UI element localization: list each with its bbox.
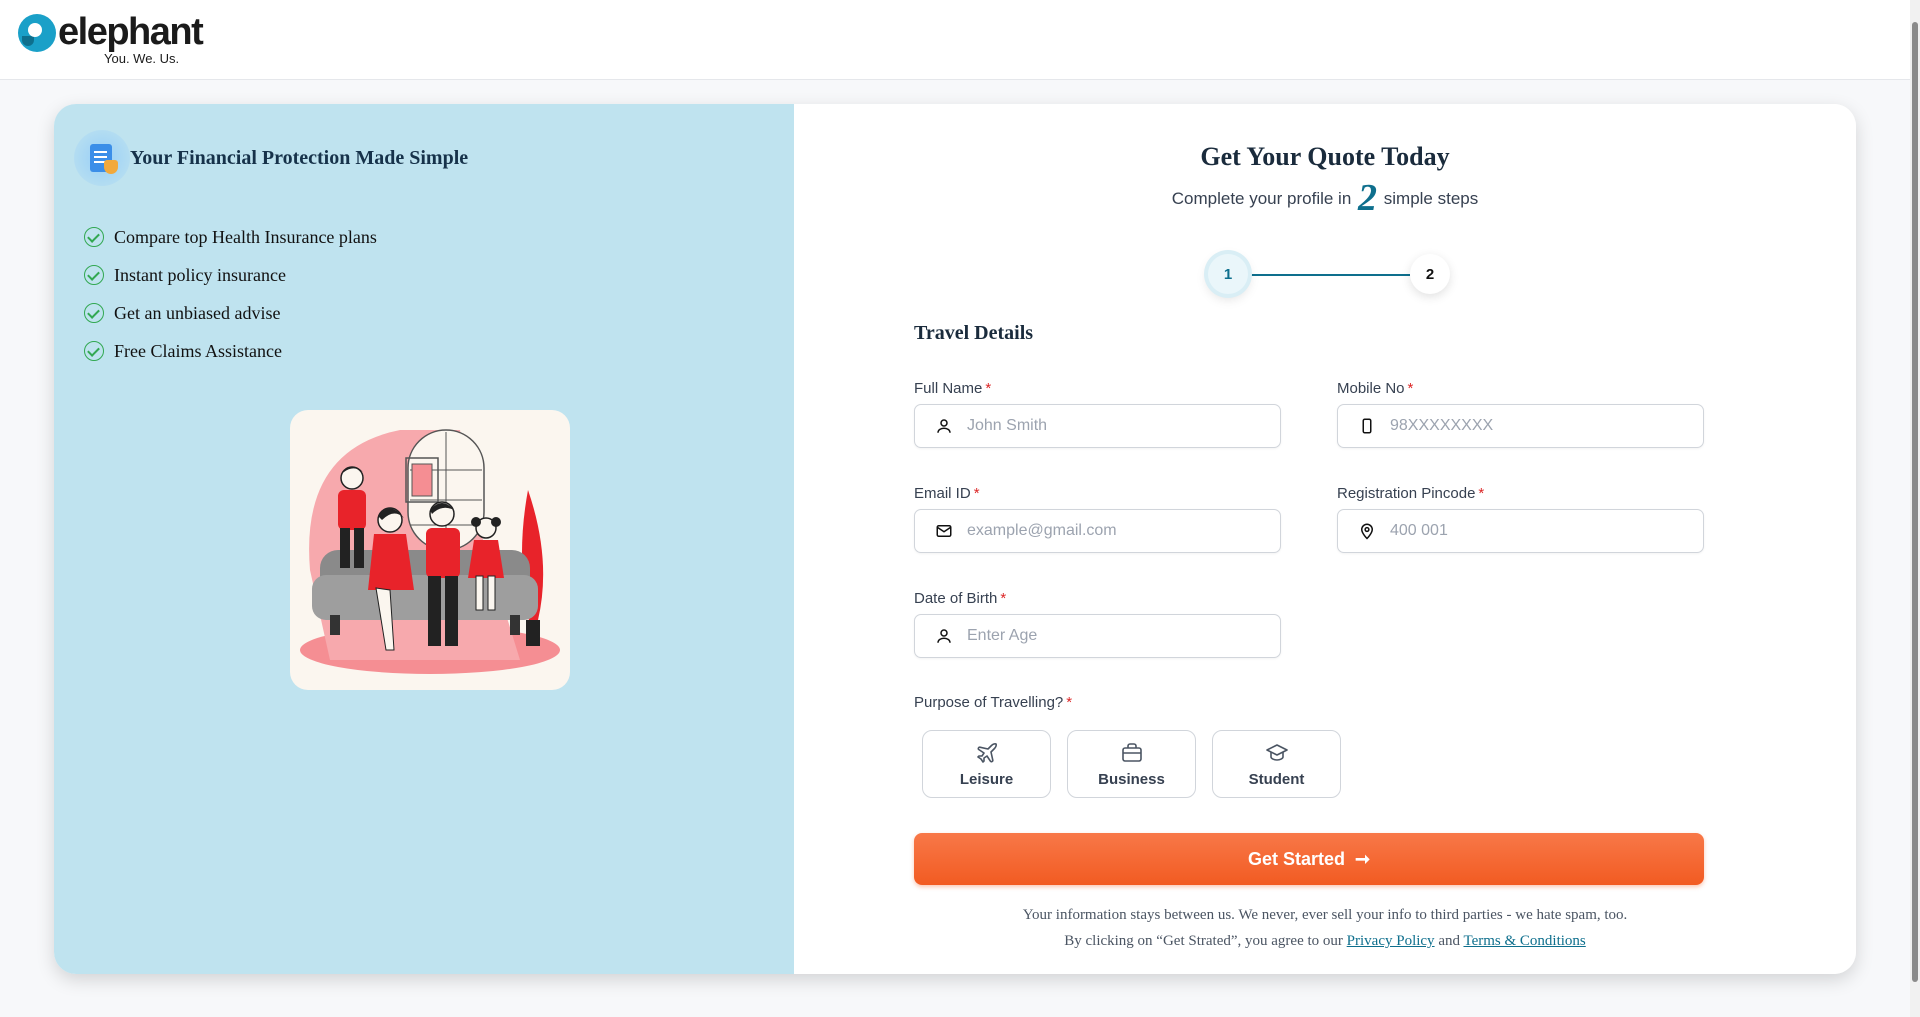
brand-tagline: You. We. Us. [104, 51, 180, 66]
option-label: Leisure [959, 770, 1014, 788]
form-subtitle: Complete your profile in 2 simple steps [794, 176, 1856, 220]
mobile-input[interactable] [1390, 417, 1680, 435]
info-title: Your Financial Protection Made Simple [130, 146, 469, 169]
email-field: Email ID * [914, 485, 1281, 553]
privacy-disclaimer: Your information stays between us. We ne… [794, 902, 1856, 954]
pincode-label: Registration Pincode * [1337, 485, 1485, 502]
terms-conditions-link[interactable]: Terms & Conditions [1463, 933, 1585, 949]
quote-card: Your Financial Protection Made Simple Co… [54, 104, 1856, 974]
purpose-option-student[interactable]: Student [1212, 730, 1341, 798]
feature-text: Compare top Health Insurance plans [114, 226, 377, 247]
check-circle-icon [84, 227, 104, 247]
stepper-line [1248, 274, 1410, 276]
dob-input-box [914, 614, 1281, 658]
brand-name: elephant [58, 11, 204, 53]
dob-input[interactable] [967, 627, 1257, 645]
subtitle-suffix: simple steps [1383, 189, 1479, 208]
disclaimer-line-1: Your information stays between us. We ne… [1022, 907, 1628, 923]
email-input[interactable] [967, 522, 1257, 540]
full-name-field: Full Name * [914, 380, 1281, 448]
email-input-box [914, 509, 1281, 553]
section-title: Travel Details [914, 322, 1034, 344]
phone-icon [1362, 418, 1372, 434]
feature-text: Instant policy insurance [114, 264, 286, 285]
info-panel: Your Financial Protection Made Simple Co… [54, 104, 794, 974]
feature-item: Get an unbiased advise [84, 294, 377, 332]
mobile-label: Mobile No * [1337, 380, 1414, 397]
mobile-field: Mobile No * [1337, 380, 1704, 448]
top-header: elephant You. We. Us. [0, 0, 1920, 80]
pincode-field: Registration Pincode * [1337, 485, 1704, 553]
check-circle-icon [84, 341, 104, 361]
brand-logo[interactable]: elephant [18, 11, 204, 53]
pincode-input-box [1337, 509, 1704, 553]
plane-icon [976, 742, 997, 763]
feature-item: Free Claims Assistance [84, 332, 377, 370]
user-icon [937, 629, 951, 643]
full-name-input-box [914, 404, 1281, 448]
document-shield-icon [74, 130, 130, 186]
mail-icon [936, 525, 952, 537]
page-scrollbar[interactable] [1910, 0, 1920, 1017]
family-illustration [290, 410, 570, 690]
family-on-sofa-image [300, 429, 560, 674]
purpose-option-business[interactable]: Business [1067, 730, 1196, 798]
form-title: Get Your Quote Today [1200, 142, 1450, 171]
progress-stepper: 1 2 [794, 254, 1856, 304]
step-count: 2 [1358, 177, 1378, 219]
option-label: Business [1098, 770, 1165, 788]
mobile-input-box [1337, 404, 1704, 448]
feature-text: Free Claims Assistance [114, 340, 282, 361]
feature-item: Compare top Health Insurance plans [84, 218, 377, 256]
disclaimer-line-2: By clicking on “Get Strated”, you agree … [1064, 933, 1586, 949]
feature-list: Compare top Health Insurance plans Insta… [84, 218, 377, 370]
graduation-cap-icon [1265, 743, 1288, 761]
elephant-logo-icon [18, 14, 56, 52]
option-label: Student [1248, 770, 1305, 788]
pincode-input[interactable] [1390, 522, 1680, 540]
dob-field: Date of Birth * [914, 590, 1281, 658]
map-pin-icon [1360, 523, 1374, 540]
check-circle-icon [84, 303, 104, 323]
dob-label: Date of Birth * [914, 590, 1007, 607]
scrollbar-thumb[interactable] [1912, 22, 1918, 982]
info-header: Your Financial Protection Made Simple [74, 130, 469, 186]
quote-form-panel: Get Your Quote Today Complete your profi… [794, 104, 1856, 974]
arrow-right-icon: ➞ [1354, 848, 1371, 869]
briefcase-icon [1121, 742, 1142, 762]
step-2-indicator: 2 [1410, 254, 1450, 294]
purpose-label: Purpose of Travelling? * [914, 694, 1073, 711]
feature-item: Instant policy insurance [84, 256, 377, 294]
step-1-indicator: 1 [1208, 254, 1248, 294]
check-circle-icon [84, 265, 104, 285]
user-icon [937, 419, 951, 433]
privacy-policy-link[interactable]: Privacy Policy [1347, 933, 1435, 949]
get-started-button[interactable]: Get Started ➞ [914, 833, 1704, 885]
full-name-input[interactable] [967, 417, 1257, 435]
purpose-option-leisure[interactable]: Leisure [922, 730, 1051, 798]
get-started-label: Get Started [1247, 848, 1345, 869]
email-label: Email ID * [914, 485, 980, 502]
full-name-label: Full Name * [914, 380, 992, 397]
purpose-options: Leisure Business Student [922, 730, 1341, 798]
feature-text: Get an unbiased advise [114, 302, 281, 323]
subtitle-prefix: Complete your profile in [1171, 189, 1352, 208]
